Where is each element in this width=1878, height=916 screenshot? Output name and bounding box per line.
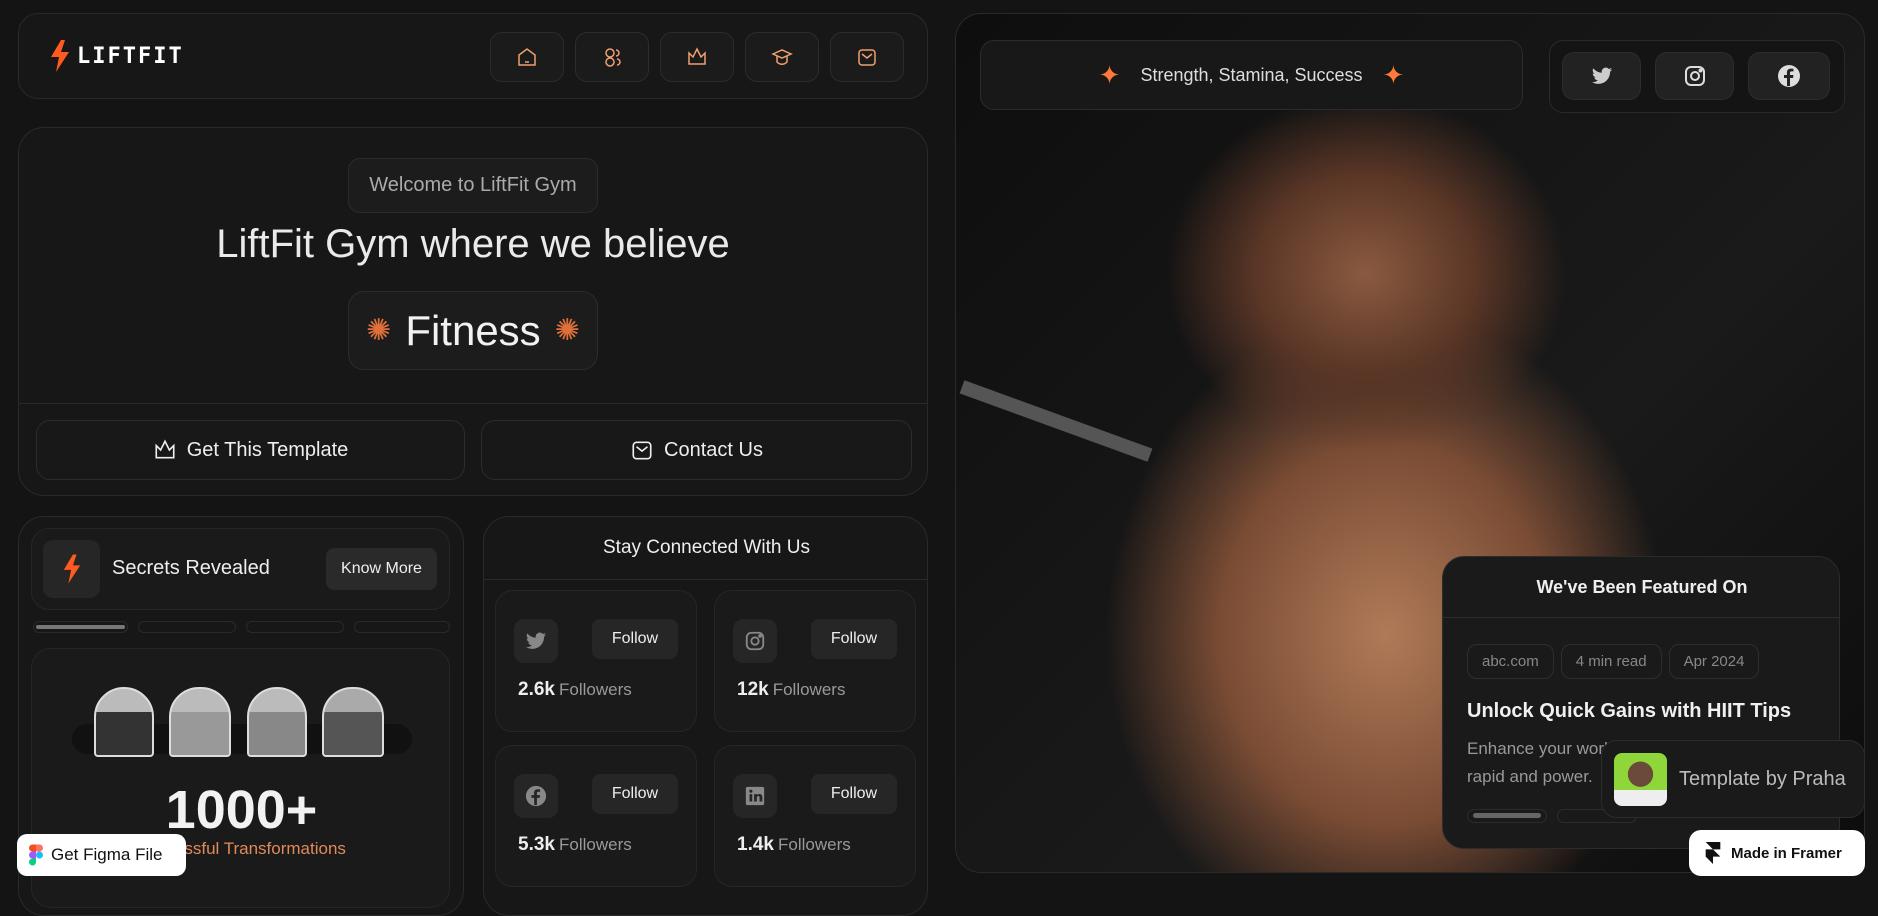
divider xyxy=(484,579,927,580)
instagram-link[interactable] xyxy=(1655,52,1734,100)
instagram-icon xyxy=(1684,66,1705,86)
graduation-cap-icon xyxy=(771,49,793,65)
carousel-tab[interactable] xyxy=(354,621,450,633)
follower-count: 1.4k Followers xyxy=(737,834,851,855)
bolt-icon xyxy=(51,40,69,72)
crown-icon xyxy=(155,439,175,459)
carousel-tab[interactable] xyxy=(246,621,344,633)
facebook-icon[interactable] xyxy=(514,774,558,818)
featured-tags: abc.com 4 min read Apr 2024 xyxy=(1467,644,1760,679)
fitness-badge: ✺ Fitness ✺ xyxy=(348,291,598,370)
tagline-text: Strength, Stamina, Success xyxy=(1140,64,1363,85)
featured-headline[interactable]: Unlock Quick Gains with HIIT Tips xyxy=(1467,700,1791,723)
tag-read-time: 4 min read xyxy=(1560,644,1662,679)
social-tile-twitter: Follow 2.6k Followers xyxy=(495,590,697,732)
avatar xyxy=(322,687,384,757)
mail-icon xyxy=(858,49,876,66)
figma-label: Get Figma File xyxy=(51,845,163,864)
carousel-tab-active[interactable] xyxy=(33,621,128,633)
framer-label: Made in Framer xyxy=(1731,844,1842,862)
sparkle-icon: ✺ xyxy=(554,314,580,347)
author-badge[interactable]: Template by Praha xyxy=(1601,740,1865,818)
linkedin-icon[interactable] xyxy=(733,774,777,818)
get-template-label: Get This Template xyxy=(186,438,349,461)
nav-education-button[interactable] xyxy=(745,32,819,82)
nav-home-button[interactable] xyxy=(490,32,564,82)
nav-crown-button[interactable] xyxy=(660,32,734,82)
logo[interactable]: LIFTFIT xyxy=(49,40,184,72)
avatar xyxy=(247,687,307,757)
social-tile-linkedin: Follow 1.4k Followers xyxy=(714,745,916,887)
transformations-count: 1000+ xyxy=(165,780,318,840)
twitter-link[interactable] xyxy=(1562,52,1641,100)
social-tile-instagram: Follow 12k Followers xyxy=(714,590,916,732)
twitter-icon[interactable] xyxy=(514,619,558,663)
avatar xyxy=(94,687,154,757)
secrets-title: Secrets Revealed xyxy=(112,557,270,579)
fitness-word: Fitness xyxy=(405,306,541,354)
hero-headline: LiftFit Gym where we believe xyxy=(216,222,730,266)
featured-tab-active[interactable] xyxy=(1467,809,1547,823)
gym-bar xyxy=(959,380,1153,462)
mail-icon xyxy=(632,441,652,460)
facebook-link[interactable] xyxy=(1748,52,1830,100)
tagline-badge: ✦ Strength, Stamina, Success ✦ xyxy=(980,40,1523,110)
contact-button[interactable]: Contact Us xyxy=(481,420,912,480)
instagram-icon[interactable] xyxy=(733,619,777,663)
divider xyxy=(19,403,927,404)
social-tile-facebook: Follow 5.3k Followers xyxy=(495,745,697,887)
follower-count: 12k Followers xyxy=(737,679,846,700)
author-label: Template by Praha xyxy=(1679,767,1846,790)
crown-icon xyxy=(688,47,706,65)
follow-button[interactable]: Follow xyxy=(811,774,897,814)
get-figma-file-badge[interactable]: Get Figma File xyxy=(17,834,186,876)
contact-label: Contact Us xyxy=(664,438,763,461)
twitter-icon xyxy=(1591,67,1612,84)
follow-button[interactable]: Follow xyxy=(592,619,678,659)
follow-button[interactable]: Follow xyxy=(592,774,678,814)
featured-title: We've Been Featured On xyxy=(1536,577,1748,597)
users-icon xyxy=(605,48,621,67)
welcome-text: Welcome to LiftFit Gym xyxy=(369,174,577,196)
divider xyxy=(1443,617,1839,618)
sparkle-icon: ✦ xyxy=(1098,59,1121,90)
nav-mail-button[interactable] xyxy=(830,32,904,82)
welcome-badge: Welcome to LiftFit Gym xyxy=(348,158,598,213)
facebook-icon xyxy=(1778,65,1800,87)
bolt-icon xyxy=(63,554,80,584)
author-avatar xyxy=(1614,752,1667,806)
secrets-row: Secrets Revealed Know More xyxy=(31,528,450,610)
follower-count: 2.6k Followers xyxy=(518,679,632,700)
carousel-tab[interactable] xyxy=(138,621,236,633)
made-in-framer-badge[interactable]: Made in Framer xyxy=(1689,830,1865,876)
get-template-button[interactable]: Get This Template xyxy=(36,420,465,480)
sparkle-icon: ✺ xyxy=(366,314,392,347)
follower-count: 5.3k Followers xyxy=(518,834,632,855)
tag-source: abc.com xyxy=(1467,644,1554,679)
know-more-button[interactable]: Know More xyxy=(326,548,437,590)
home-icon xyxy=(518,48,536,66)
nav-users-button[interactable] xyxy=(575,32,649,82)
tag-date: Apr 2024 xyxy=(1668,644,1760,679)
bolt-tile xyxy=(43,540,100,598)
sparkle-icon: ✦ xyxy=(1382,59,1405,90)
figma-icon xyxy=(29,844,43,866)
framer-icon xyxy=(1705,842,1721,864)
social-title: Stay Connected With Us xyxy=(603,537,810,558)
follow-button[interactable]: Follow xyxy=(811,619,897,659)
avatar xyxy=(169,687,231,757)
brand-name: LIFTFIT xyxy=(77,43,184,69)
